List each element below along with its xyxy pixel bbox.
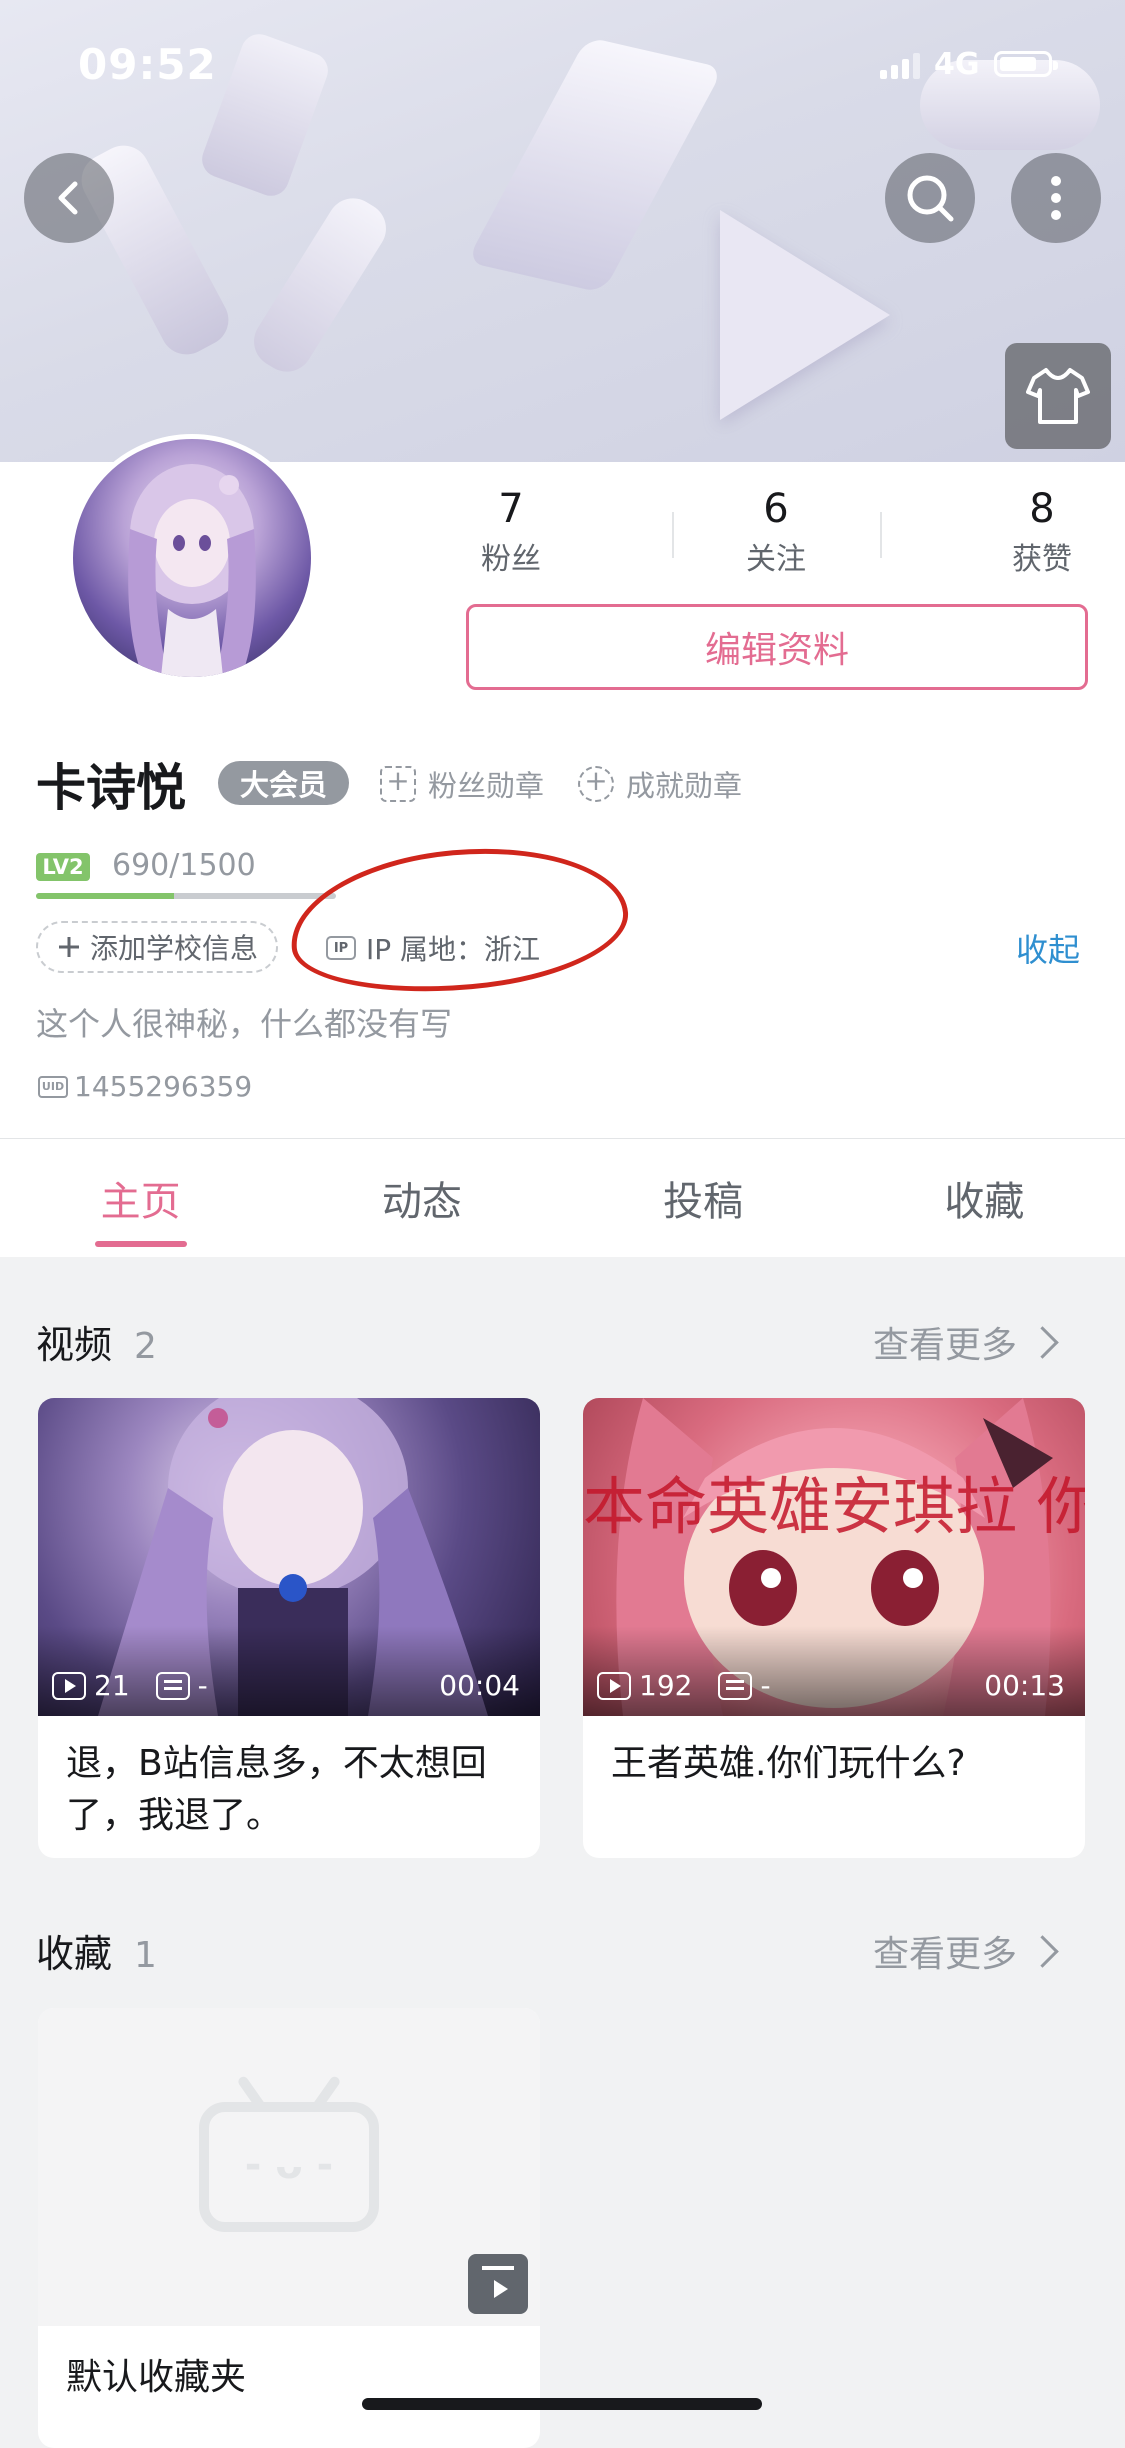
videos-more-link[interactable]: 查看更多 (873, 1316, 1059, 1368)
fan-medal-button[interactable]: 粉丝勋章 (380, 762, 544, 806)
chevron-right-icon (1026, 1934, 1059, 1968)
video-thumbnail-caption: 本命英雄安琪拉 你们玩什么? (583, 1470, 1085, 1543)
profile-banner: 09:52 4G (0, 0, 1125, 462)
achievement-medal-label: 成就勋章 (626, 769, 743, 803)
play-count-icon (52, 1671, 86, 1700)
more-vertical-icon (1051, 176, 1061, 220)
avatar[interactable] (68, 434, 316, 682)
video-thumbnail: 21 - 00:04 (38, 1398, 540, 1716)
bio-text[interactable]: 这个人很神秘，什么都没有写 (36, 999, 452, 1045)
stat-divider (672, 512, 674, 558)
stat-following[interactable]: 6 关注 (706, 486, 846, 578)
stat-value: 7 (498, 486, 524, 532)
uid-value: 1455296359 (74, 1070, 253, 1103)
danmaku-count: - (760, 1669, 771, 1702)
more-button[interactable] (1011, 153, 1101, 243)
play-count-icon (597, 1671, 631, 1700)
more-label: 查看更多 (873, 1934, 1018, 1975)
favorite-folder-card[interactable]: - ᴗ - 默认收藏夹 (38, 2008, 540, 2448)
more-label: 查看更多 (873, 1325, 1018, 1366)
stat-label: 粉丝 (481, 542, 541, 577)
home-indicator (362, 2398, 762, 2410)
edit-profile-button[interactable]: 编辑资料 (466, 604, 1088, 690)
collapse-link[interactable]: 收起 (1016, 925, 1080, 971)
uid-row[interactable]: UID 1455296359 (38, 1070, 252, 1103)
dress-up-button[interactable] (1005, 343, 1111, 449)
video-title: 王者英雄.你们玩什么? (611, 1743, 966, 1784)
add-achievement-icon (578, 764, 614, 802)
favorites-header: 收藏 1 (36, 1923, 157, 1978)
user-name: 卡诗悦 (36, 759, 186, 817)
plus-icon (59, 937, 79, 957)
folder-cover: - ᴗ - (38, 2008, 540, 2326)
videos-title: 视频 (36, 1323, 113, 1367)
danmaku-icon (718, 1671, 753, 1700)
tv-face: - ᴗ - (244, 2142, 334, 2188)
status-indicators: 4G (880, 44, 1058, 84)
video-meta: 192 - 00:13 (597, 1669, 1065, 1702)
level-exp: 690/1500 (112, 848, 256, 883)
level-progress-bar (36, 893, 336, 899)
play-count: 192 (639, 1669, 693, 1702)
stat-label: 关注 (746, 542, 806, 577)
search-button[interactable] (885, 153, 975, 243)
stat-divider (880, 512, 882, 558)
add-school-button[interactable]: 添加学校信息 (36, 921, 279, 973)
network-type: 4G (934, 46, 980, 82)
profile-tabs: 主页 动态 投稿 收藏 (0, 1138, 1125, 1257)
play-count: 21 (94, 1669, 130, 1702)
level-progress-fill (36, 893, 174, 899)
shirt-icon (1026, 368, 1090, 424)
back-button[interactable] (24, 153, 114, 243)
favorites-title: 收藏 (36, 1932, 113, 1976)
video-card[interactable]: 21 - 00:04 退，B站信息多，不太想回了，我退了。 (38, 1398, 540, 1858)
danmaku-icon (155, 1671, 190, 1700)
signal-icon (880, 49, 920, 79)
avatar-illustration (128, 464, 256, 677)
level-badge: LV2 (36, 853, 90, 881)
favorites-count: 1 (134, 1935, 157, 1976)
videos-count: 2 (134, 1326, 157, 1367)
playlist-icon (468, 2254, 528, 2314)
fan-medal-label: 粉丝勋章 (428, 769, 545, 803)
battery-icon (993, 51, 1058, 77)
tab-submissions[interactable]: 投稿 (563, 1139, 844, 1257)
video-meta: 21 - 00:04 (52, 1669, 520, 1702)
video-duration: 00:04 (439, 1669, 520, 1702)
video-card[interactable]: 本命英雄安琪拉 你们玩什么? 192 - 00:13 王者英雄.你们玩什么? (583, 1398, 1085, 1858)
uid-icon: UID (38, 1075, 68, 1098)
stat-followers[interactable]: 7 粉丝 (441, 486, 581, 578)
danmaku-count: - (197, 1669, 208, 1702)
video-duration: 00:13 (984, 1669, 1065, 1702)
chevron-right-icon (1026, 1325, 1059, 1359)
tab-dynamics[interactable]: 动态 (281, 1139, 562, 1257)
tab-favorites[interactable]: 收藏 (844, 1139, 1125, 1257)
tab-home[interactable]: 主页 (0, 1139, 281, 1257)
achievement-medal-button[interactable]: 成就勋章 (578, 762, 742, 806)
vip-badge[interactable]: 大会员 (218, 761, 350, 805)
stat-label: 获赞 (1012, 542, 1072, 577)
stat-value: 8 (1029, 486, 1055, 532)
add-medal-icon (380, 764, 416, 802)
video-thumbnail: 本命英雄安琪拉 你们玩什么? 192 - 00:13 (583, 1398, 1085, 1716)
status-time: 09:52 (78, 40, 217, 89)
stat-likes[interactable]: 8 获赞 (972, 486, 1112, 578)
back-arrow-icon (58, 181, 78, 215)
video-title: 退，B站信息多，不太想回了，我退了。 (66, 1743, 487, 1836)
favorites-more-link[interactable]: 查看更多 (873, 1925, 1059, 1977)
stat-value: 6 (763, 486, 789, 532)
bilibili-tv-icon: - ᴗ - (199, 2102, 379, 2232)
videos-header: 视频 2 (36, 1314, 157, 1369)
add-school-label: 添加学校信息 (90, 932, 259, 965)
search-icon (907, 175, 954, 222)
